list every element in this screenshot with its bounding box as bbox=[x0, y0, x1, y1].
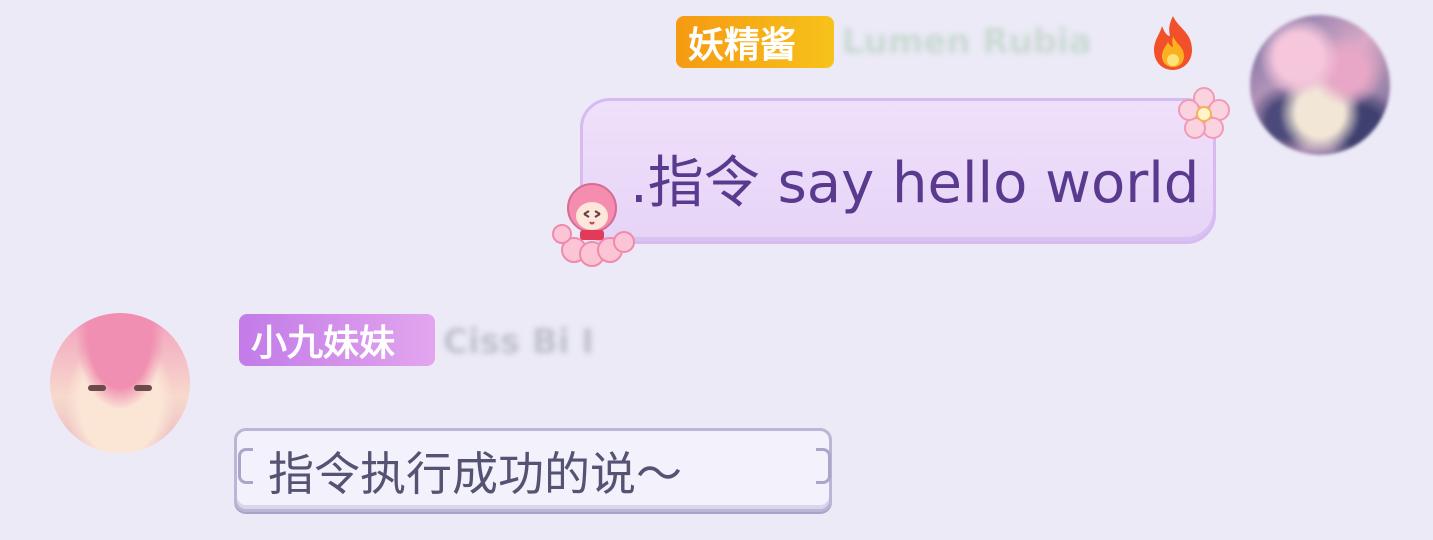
fire-icon bbox=[1154, 16, 1192, 70]
bot-message-text: 指令执行成功的说～ bbox=[268, 447, 682, 501]
sender-name[interactable]: Lumen Rubia bbox=[842, 22, 1092, 62]
sakura-flower-icon bbox=[1178, 87, 1230, 139]
avatar-eye bbox=[88, 385, 106, 391]
sender-name[interactable]: Ciss Bi I bbox=[443, 322, 594, 362]
avatar-eye bbox=[134, 385, 152, 391]
my-message-text: .指令 say hello world bbox=[630, 151, 1200, 216]
my-avatar[interactable] bbox=[1250, 15, 1390, 155]
bubble-bracket-right bbox=[816, 448, 831, 484]
chibi-girl-sticker bbox=[552, 183, 635, 267]
sender-title-tag: 小九妹妹 bbox=[239, 314, 435, 366]
bubble-bracket-left bbox=[238, 448, 253, 484]
bot-avatar[interactable] bbox=[50, 313, 190, 453]
sender-title-tag: 妖精酱 bbox=[676, 16, 834, 68]
